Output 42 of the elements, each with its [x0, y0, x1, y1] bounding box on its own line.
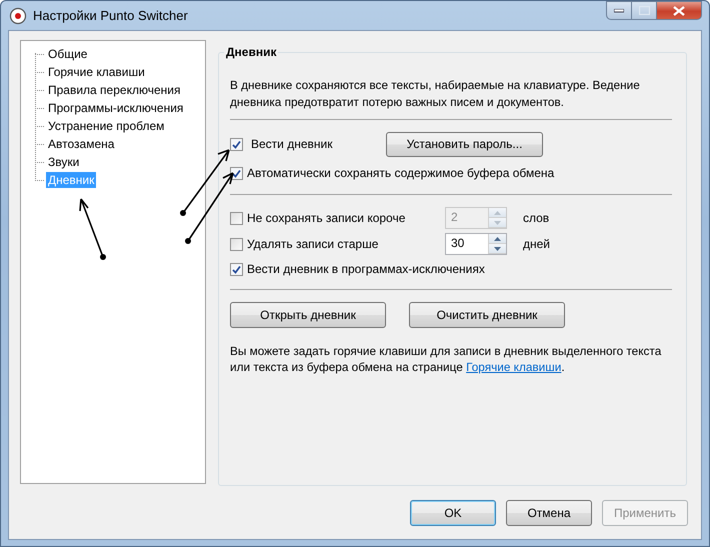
hotkey-note: Вы можете задать горячие клавиши для записи в дневник выделенного текста или текста из буфера обмена на странице Горячие клавиши.: [230, 343, 662, 375]
up-arrow-icon: [494, 210, 501, 214]
annotation-arrow: [180, 149, 230, 216]
dialog-button[interactable]: OK: [410, 500, 496, 526]
checkbox-label[interactable]: Удалять записи старше: [247, 237, 445, 251]
tree-item[interactable]: Общие: [46, 46, 90, 62]
up-arrow-icon: [494, 236, 501, 240]
checkbox[interactable]: [230, 138, 243, 150]
spin-up-button[interactable]: [489, 234, 506, 244]
annotation-arrow: [79, 198, 106, 260]
down-arrow-icon: [494, 246, 501, 250]
minimize-icon: [614, 8, 624, 12]
unit-label: дней: [523, 237, 550, 251]
description-text: В дневнике сохраняются все тексты, набираемые на клавиатуре. Ведение дневника предотвратит потерю важных писем и документов.: [230, 77, 641, 111]
checkbox-label[interactable]: Вести дневник в программах-исключениях: [247, 262, 485, 276]
tree-item[interactable]: Звуки: [46, 154, 82, 170]
unit-label: слов: [523, 211, 550, 225]
journal-button[interactable]: Открыть дневник: [230, 302, 386, 328]
checkbox[interactable]: [230, 262, 243, 276]
journal-button[interactable]: Очистить дневник: [409, 302, 565, 328]
app-icon: [9, 6, 27, 24]
hotkeys-link[interactable]: Горячие клавиши: [466, 360, 562, 374]
group-title: Дневник: [224, 45, 278, 59]
tree-item[interactable]: Устранение проблем: [46, 118, 166, 134]
spin-down-button[interactable]: [489, 244, 506, 254]
tree-item[interactable]: Горячие клавиши: [46, 64, 147, 80]
window-title: Настройки Punto Switcher: [33, 8, 188, 23]
tree-item[interactable]: Автозамена: [46, 136, 116, 152]
checkbox-label[interactable]: Автоматически сохранять содержимое буфера обмена: [247, 166, 554, 180]
checkbox[interactable]: [230, 238, 243, 250]
tree-item[interactable]: Программы-исключения: [46, 100, 186, 116]
checkbox-label[interactable]: Вести дневник: [251, 137, 386, 151]
maximize-icon: [638, 6, 650, 15]
minimize-button[interactable]: [606, 1, 632, 20]
close-button[interactable]: [656, 1, 702, 20]
close-icon: [673, 6, 685, 16]
dialog-button[interactable]: Отмена: [506, 500, 592, 526]
down-arrow-icon: [494, 220, 501, 224]
annotation-arrow: [185, 172, 234, 244]
set-password-button[interactable]: Установить пароль...: [386, 132, 543, 156]
spin-field[interactable]: 30: [445, 233, 507, 255]
tree-item[interactable]: Правила переключения: [46, 82, 182, 98]
